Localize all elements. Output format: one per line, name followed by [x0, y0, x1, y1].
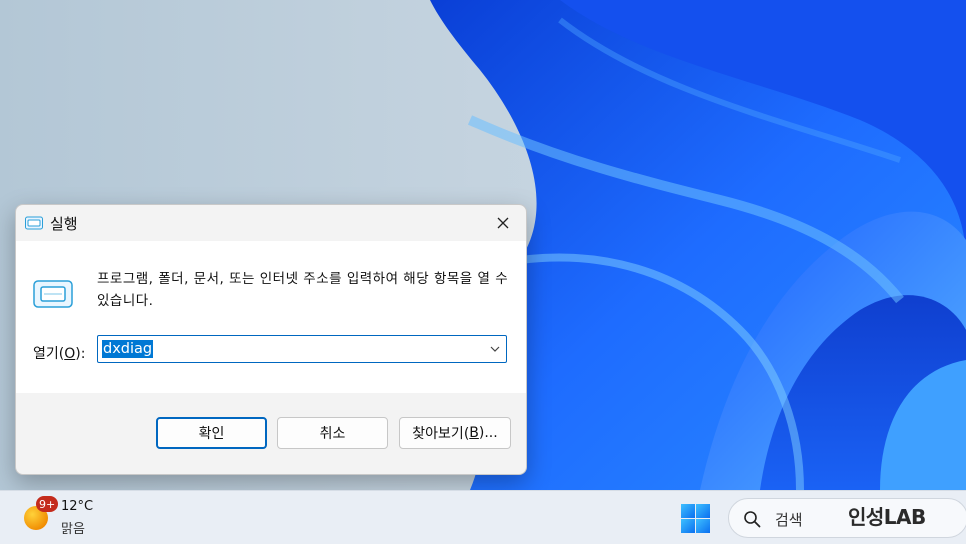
- taskbar-search[interactable]: 검색: [728, 498, 966, 538]
- open-label-suffix: ):: [75, 346, 86, 362]
- dialog-description: 프로그램, 폴더, 문서, 또는 인터넷 주소를 입력하여 해당 항목을 열 수…: [97, 271, 509, 309]
- browse-label-prefix: 찾아보기(: [412, 426, 470, 442]
- run-dialog: 실행 프로그램, 폴더, 문서, 또는 인터넷 주소를 입력하여 해당 항목을 …: [15, 204, 527, 475]
- open-label-access-key: O: [64, 346, 76, 362]
- cancel-button[interactable]: 취소: [277, 417, 388, 449]
- dialog-content: 프로그램, 폴더, 문서, 또는 인터넷 주소를 입력하여 해당 항목을 열 수…: [16, 241, 526, 393]
- search-icon: [744, 511, 761, 528]
- run-large-icon: [33, 280, 73, 308]
- open-label: 열기(O):: [33, 343, 85, 363]
- weather-temperature[interactable]: 12°C: [61, 499, 93, 514]
- run-app-icon: [25, 216, 43, 230]
- search-placeholder: 검색: [775, 511, 803, 529]
- windows-start-icon[interactable]: [680, 503, 711, 534]
- taskbar: 9+ 12°C 맑음 검색 인성LAB: [0, 490, 966, 544]
- command-combobox[interactable]: dxdiag: [97, 335, 507, 363]
- browse-access-key: B: [469, 425, 479, 441]
- open-label-prefix: 열기(: [33, 346, 65, 362]
- chevron-down-icon[interactable]: [490, 345, 500, 353]
- ok-button[interactable]: 확인: [156, 417, 267, 449]
- close-icon: [497, 217, 509, 229]
- desktop: 실행 프로그램, 폴더, 문서, 또는 인터넷 주소를 입력하여 해당 항목을 …: [0, 0, 966, 544]
- close-button[interactable]: [484, 208, 522, 238]
- browse-label-suffix: )...: [478, 425, 498, 441]
- browse-button[interactable]: 찾아보기(B)...: [399, 417, 511, 449]
- command-input[interactable]: dxdiag: [102, 340, 154, 358]
- watermark-logo: 인성LAB: [848, 505, 926, 529]
- weather-notification-badge: 9+: [36, 496, 59, 512]
- dialog-title: 실행: [50, 215, 78, 233]
- title-bar[interactable]: 실행: [16, 205, 526, 241]
- weather-condition[interactable]: 맑음: [61, 518, 85, 537]
